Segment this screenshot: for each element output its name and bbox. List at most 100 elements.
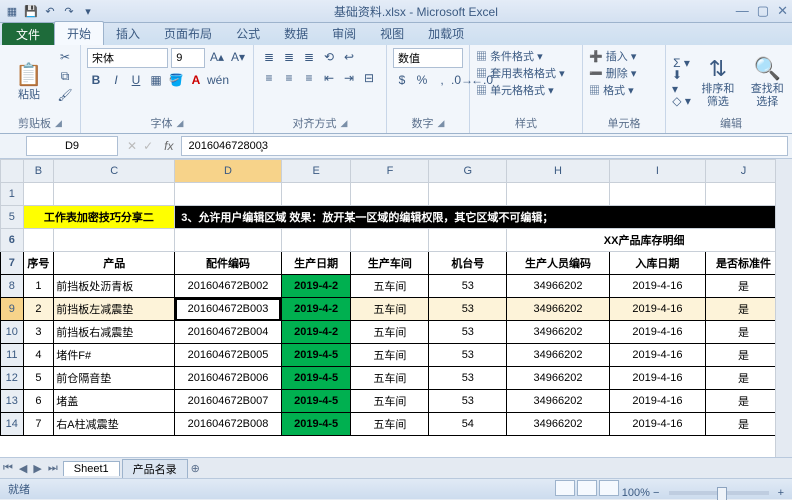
launcher-icon[interactable]: ◢ (55, 118, 62, 129)
column-header[interactable]: B (23, 160, 54, 183)
delete-cells-button[interactable]: ➖ 删除 ▾ (589, 65, 659, 81)
launcher-icon[interactable]: ◢ (177, 118, 184, 129)
zoom-level[interactable]: 100% (622, 487, 650, 499)
increase-indent-icon[interactable]: ⇥ (340, 69, 358, 87)
bold-button[interactable]: B (87, 71, 105, 89)
data-cell[interactable]: 前仓隔音垫 (54, 367, 175, 390)
sheet-nav-first-icon[interactable]: ⏮ (0, 462, 16, 475)
data-cell[interactable]: 2019-4-5 (281, 344, 351, 367)
align-right-icon[interactable]: ≡ (300, 69, 318, 87)
sheet-nav-next-icon[interactable]: ▶ (30, 462, 44, 475)
cell[interactable] (281, 183, 351, 206)
data-cell[interactable]: 34966202 (507, 413, 609, 436)
cell[interactable] (54, 183, 175, 206)
data-cell[interactable]: 53 (429, 321, 507, 344)
data-cell[interactable]: 是 (706, 344, 782, 367)
data-cell[interactable]: 34966202 (507, 298, 609, 321)
data-cell[interactable]: 2019-4-16 (609, 367, 705, 390)
decrease-font-icon[interactable]: A▾ (229, 48, 247, 66)
column-header[interactable]: E (281, 160, 351, 183)
zoom-slider[interactable] (669, 491, 769, 495)
table-header-cell[interactable]: 入库日期 (609, 252, 705, 275)
data-cell[interactable]: 53 (429, 275, 507, 298)
data-cell[interactable]: 堵盖 (54, 390, 175, 413)
launcher-icon[interactable]: ◢ (341, 118, 348, 129)
data-cell[interactable]: 4 (23, 344, 54, 367)
table-header-cell[interactable]: 生产人员编码 (507, 252, 609, 275)
column-header[interactable]: J (706, 160, 782, 183)
data-cell[interactable]: 201604672B007 (175, 390, 282, 413)
cell[interactable] (23, 183, 54, 206)
paste-button[interactable]: 📋 粘贴 (6, 48, 52, 115)
data-cell[interactable]: 3 (23, 321, 54, 344)
conditional-format-button[interactable]: ▦ 条件格式 ▾ (476, 48, 576, 64)
data-cell[interactable]: 是 (706, 321, 782, 344)
data-cell[interactable]: 53 (429, 344, 507, 367)
data-cell[interactable]: 6 (23, 390, 54, 413)
format-cells-button[interactable]: ▦ 格式 ▾ (589, 82, 659, 98)
banner-black[interactable]: 3、允许用户编辑区域 效果：放开某一区域的编辑权限，其它区域不可编辑； (175, 206, 782, 229)
cell[interactable] (23, 229, 54, 252)
data-cell[interactable]: 2019-4-16 (609, 298, 705, 321)
clear-icon[interactable]: ◇ ▾ (672, 92, 691, 110)
data-cell[interactable]: 1 (23, 275, 54, 298)
data-cell[interactable]: 五车间 (351, 298, 429, 321)
enter-formula-icon[interactable]: ✓ (143, 139, 153, 153)
font-color-button[interactable]: A (187, 71, 205, 89)
increase-font-icon[interactable]: A▴ (208, 48, 226, 66)
name-box[interactable]: D9 (26, 136, 118, 156)
new-sheet-icon[interactable]: ⊕ (188, 462, 203, 475)
sheet-nav-last-icon[interactable]: ⏭ (45, 462, 61, 475)
fill-color-button[interactable]: 🪣 (167, 71, 185, 89)
comma-icon[interactable]: , (433, 71, 451, 89)
fx-icon[interactable]: fx (164, 139, 173, 153)
sheet-nav-prev-icon[interactable]: ◀ (16, 462, 30, 475)
data-cell[interactable]: 34966202 (507, 390, 609, 413)
cut-icon[interactable]: ✂ (56, 48, 74, 66)
data-cell[interactable]: 201604672B008 (175, 413, 282, 436)
font-name-select[interactable]: 宋体 (87, 48, 168, 68)
tab-view[interactable]: 视图 (368, 22, 416, 45)
data-cell[interactable]: 2019-4-5 (281, 413, 351, 436)
row-header[interactable]: 7 (1, 252, 24, 275)
data-cell[interactable]: 五车间 (351, 321, 429, 344)
cell[interactable] (54, 229, 175, 252)
sheet-tab-2[interactable]: 产品名录 (122, 459, 188, 478)
data-cell[interactable]: 5 (23, 367, 54, 390)
align-left-icon[interactable]: ≡ (260, 69, 278, 87)
data-cell[interactable]: 是 (706, 275, 782, 298)
close-button[interactable]: ✕ (777, 3, 788, 19)
tab-formulas[interactable]: 公式 (224, 22, 272, 45)
cell[interactable] (507, 183, 609, 206)
data-cell[interactable]: 五车间 (351, 275, 429, 298)
column-header[interactable]: I (609, 160, 705, 183)
data-cell[interactable]: 2 (23, 298, 54, 321)
row-header[interactable]: 1 (1, 183, 24, 206)
row-header[interactable]: 12 (1, 367, 24, 390)
minimize-button[interactable]: — (736, 3, 749, 19)
wrap-text-icon[interactable]: ↩ (340, 48, 358, 66)
table-header-cell[interactable]: 配件编码 (175, 252, 282, 275)
tab-insert[interactable]: 插入 (104, 22, 152, 45)
data-cell[interactable]: 7 (23, 413, 54, 436)
align-center-icon[interactable]: ≡ (280, 69, 298, 87)
data-cell[interactable]: 53 (429, 367, 507, 390)
data-cell[interactable]: 五车间 (351, 390, 429, 413)
font-size-select[interactable]: 9 (171, 48, 205, 68)
vertical-scrollbar[interactable] (775, 159, 792, 457)
data-cell[interactable]: 右A柱减震垫 (54, 413, 175, 436)
tab-addins[interactable]: 加载项 (416, 22, 476, 45)
tab-data[interactable]: 数据 (272, 22, 320, 45)
table-header-cell[interactable]: 产品 (54, 252, 175, 275)
row-header[interactable]: 14 (1, 413, 24, 436)
column-header[interactable]: G (429, 160, 507, 183)
data-cell[interactable]: 2019-4-2 (281, 275, 351, 298)
data-cell[interactable]: 五车间 (351, 344, 429, 367)
data-cell[interactable]: 34966202 (507, 367, 609, 390)
cancel-formula-icon[interactable]: ✕ (127, 139, 137, 153)
maximize-button[interactable]: ▢ (757, 3, 769, 19)
decrease-indent-icon[interactable]: ⇤ (320, 69, 338, 87)
formula-input[interactable]: 201604672800̥3 (181, 136, 788, 156)
tab-home[interactable]: 开始 (54, 21, 104, 45)
save-icon[interactable]: 💾 (23, 3, 39, 19)
